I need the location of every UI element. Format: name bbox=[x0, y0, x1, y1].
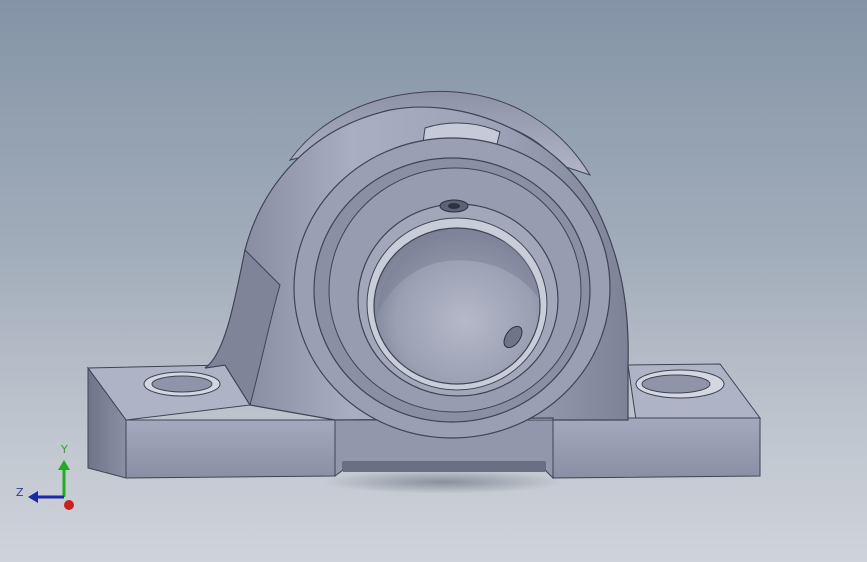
base-center-recess bbox=[343, 462, 545, 472]
base-left-front-face bbox=[125, 419, 336, 479]
bolt-hole-right-inner bbox=[641, 374, 711, 394]
set-screw-socket bbox=[448, 203, 460, 209]
bolt-hole-left-inner bbox=[151, 375, 213, 393]
graphics-viewport[interactable]: Y Z bbox=[0, 0, 867, 562]
triad-origin-shadow bbox=[38, 481, 66, 509]
reference-triad[interactable] bbox=[28, 460, 74, 510]
triad-z-arrow bbox=[28, 491, 38, 503]
triad-y-label: Y bbox=[61, 443, 68, 456]
triad-y-arrow bbox=[58, 460, 70, 470]
triad-z-label: Z bbox=[16, 486, 24, 499]
base-right-front-face bbox=[552, 417, 761, 479]
triad-x-axis bbox=[64, 500, 74, 510]
ground-shadow bbox=[323, 470, 563, 494]
model-view[interactable] bbox=[0, 0, 867, 562]
